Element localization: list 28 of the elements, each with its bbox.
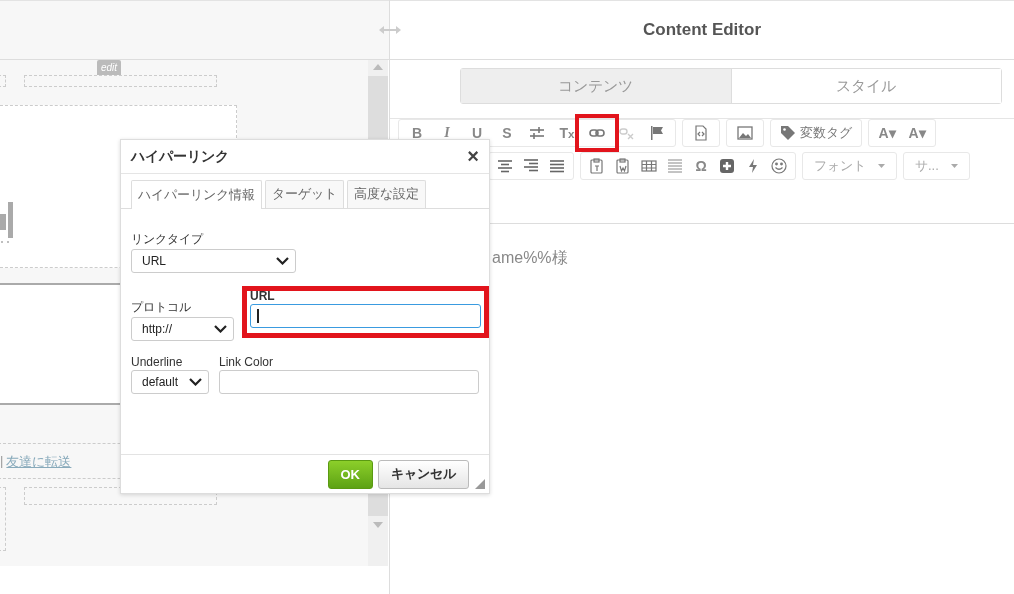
editor-tab[interactable]: コンテンツ [461,69,732,103]
forward-link[interactable]: 友達に転送 [6,453,72,471]
field-label: URL [250,289,276,303]
field-label: リンクタイプ [131,231,205,248]
format-button[interactable]: A▾ [902,121,932,145]
protocol-select[interactable]: http:// [131,317,234,341]
field-label: プロトコル [131,299,192,316]
edit-badge[interactable]: edit [97,60,122,75]
close-button[interactable]: × [467,145,479,168]
toolbar-dropdown[interactable]: フォント [806,154,893,178]
dialog-tab[interactable]: ハイパーリンク情報 [131,180,262,209]
dialog-tab[interactable]: 高度な設定 [347,180,426,208]
link-type-select[interactable]: URL [131,249,296,273]
format-button[interactable]: Ω [688,154,714,178]
panel-title: Content Editor [390,0,1014,60]
separator-text: | [0,453,4,470]
dialog-tab[interactable]: ターゲット [265,180,344,208]
field-label: Underline [131,355,184,369]
cancel-button[interactable]: キャンセル [378,459,469,489]
toolbar-dropdown[interactable]: サ... [907,154,966,178]
dialog-title: ハイパーリンク [131,147,229,166]
underline-select[interactable]: default [131,370,209,394]
format-button[interactable]: S [492,121,522,145]
field-label: Link Color [219,355,275,369]
variable-tag-button[interactable]: 変数タグ [774,121,858,145]
format-button[interactable]: A▾ [872,121,902,145]
content-text: ame%%様 [492,248,569,268]
ok-button[interactable]: OK [327,459,373,489]
